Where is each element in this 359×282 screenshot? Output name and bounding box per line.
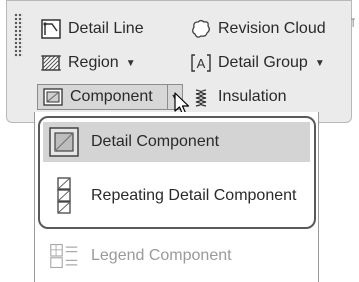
revision-cloud-button[interactable]: Revision Cloud: [190, 16, 326, 42]
menu-item-label: Repeating Detail Component: [91, 187, 297, 204]
panel-grip-handle[interactable]: [14, 13, 23, 57]
component-dropdown-menu: Detail Component Repeating Detail Compon…: [34, 112, 319, 282]
component-label: Component: [70, 88, 153, 105]
menu-item-label: Detail Component: [91, 133, 220, 150]
detail-group-icon: A: [190, 52, 212, 74]
detail-group-button[interactable]: A Detail Group ▼: [190, 50, 325, 76]
region-button[interactable]: Region ▼: [40, 50, 136, 76]
legend-component-icon: [49, 241, 79, 271]
detail-line-icon: [40, 18, 62, 40]
detail-group-dropdown-icon[interactable]: ▼: [315, 58, 325, 69]
region-label: Region: [68, 54, 119, 71]
menu-item-legend-component[interactable]: Legend Component: [43, 236, 310, 276]
revision-cloud-label: Revision Cloud: [218, 20, 326, 37]
detail-component-icon: [49, 127, 79, 157]
detail-group-label: Detail Group: [218, 54, 308, 71]
revision-cloud-icon: [190, 18, 212, 40]
region-dropdown-icon[interactable]: ▼: [126, 58, 136, 69]
panel-edge-glyph: ⊺: [350, 16, 357, 30]
detail-line-button[interactable]: Detail Line: [40, 16, 144, 42]
component-split-button[interactable]: Component ▼: [37, 84, 183, 110]
region-icon: [40, 52, 62, 74]
insulation-label: Insulation: [218, 88, 287, 105]
menu-item-detail-component[interactable]: Detail Component: [43, 122, 310, 162]
insulation-button[interactable]: Insulation: [190, 84, 287, 110]
menu-item-label: Legend Component: [91, 247, 232, 264]
detail-line-label: Detail Line: [68, 20, 144, 37]
svg-text:A: A: [197, 56, 206, 71]
repeating-detail-icon: [49, 177, 79, 214]
component-icon: [42, 86, 64, 108]
menu-item-repeating-detail-component[interactable]: Repeating Detail Component: [43, 176, 310, 216]
